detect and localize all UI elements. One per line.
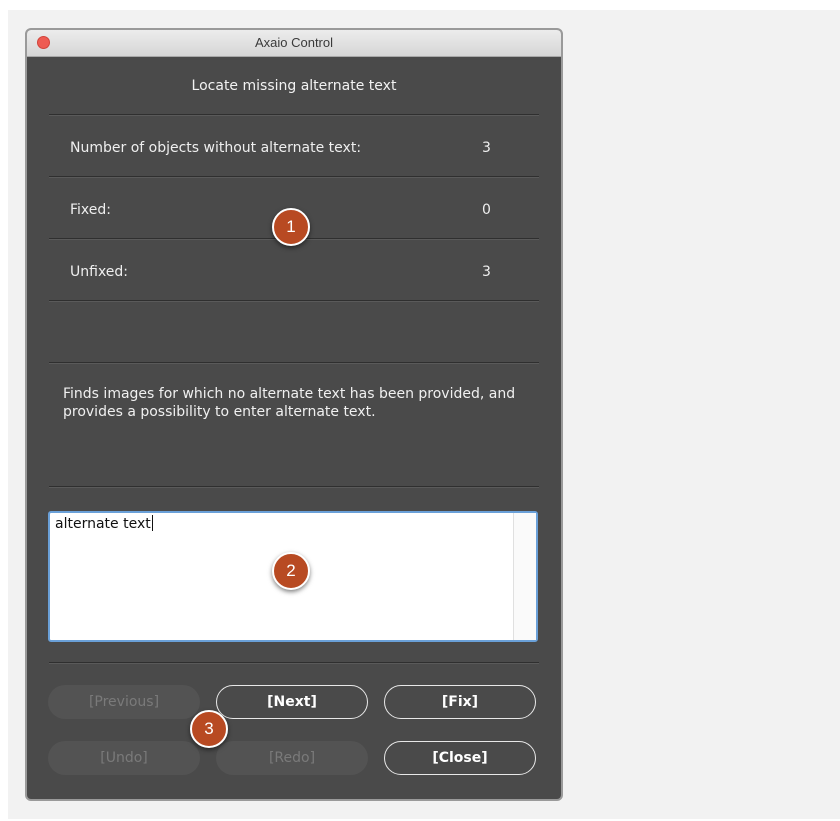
stat-label-fixed: Fixed:	[70, 202, 111, 218]
previous-button[interactable]: [Previous]	[48, 685, 200, 719]
stat-value-unfixed: 3	[482, 264, 491, 280]
next-button[interactable]: [Next]	[216, 685, 368, 719]
undo-button[interactable]: [Undo]	[48, 741, 200, 775]
stat-label-missing: Number of objects without alternate text…	[70, 140, 362, 156]
textbox-scrollbar[interactable]	[513, 513, 536, 640]
description-text: Finds images for which no alternate text…	[63, 386, 516, 420]
callout-badge-2: 2	[272, 552, 310, 590]
divider	[49, 114, 539, 116]
stat-label-unfixed: Unfixed:	[70, 264, 129, 280]
axaio-control-window: Axaio Control Locate missing alternate t…	[25, 28, 563, 801]
dialog-heading: Locate missing alternate text	[191, 78, 397, 94]
title-bar[interactable]: Axaio Control	[27, 30, 561, 57]
text-caret	[151, 515, 153, 531]
close-button[interactable]: [Close]	[384, 741, 536, 775]
alternate-text-value: alternate text	[55, 516, 151, 532]
redo-button[interactable]: [Redo]	[216, 741, 368, 775]
stat-value-missing: 3	[482, 140, 491, 156]
callout-badge-1: 1	[272, 208, 310, 246]
fix-button[interactable]: [Fix]	[384, 685, 536, 719]
stat-value-fixed: 0	[482, 202, 491, 218]
divider	[49, 176, 539, 178]
window-title: Axaio Control	[254, 35, 334, 50]
divider	[49, 662, 539, 664]
callout-badge-3: 3	[190, 710, 228, 748]
divider	[49, 300, 539, 302]
divider	[49, 362, 539, 364]
divider	[49, 486, 539, 488]
